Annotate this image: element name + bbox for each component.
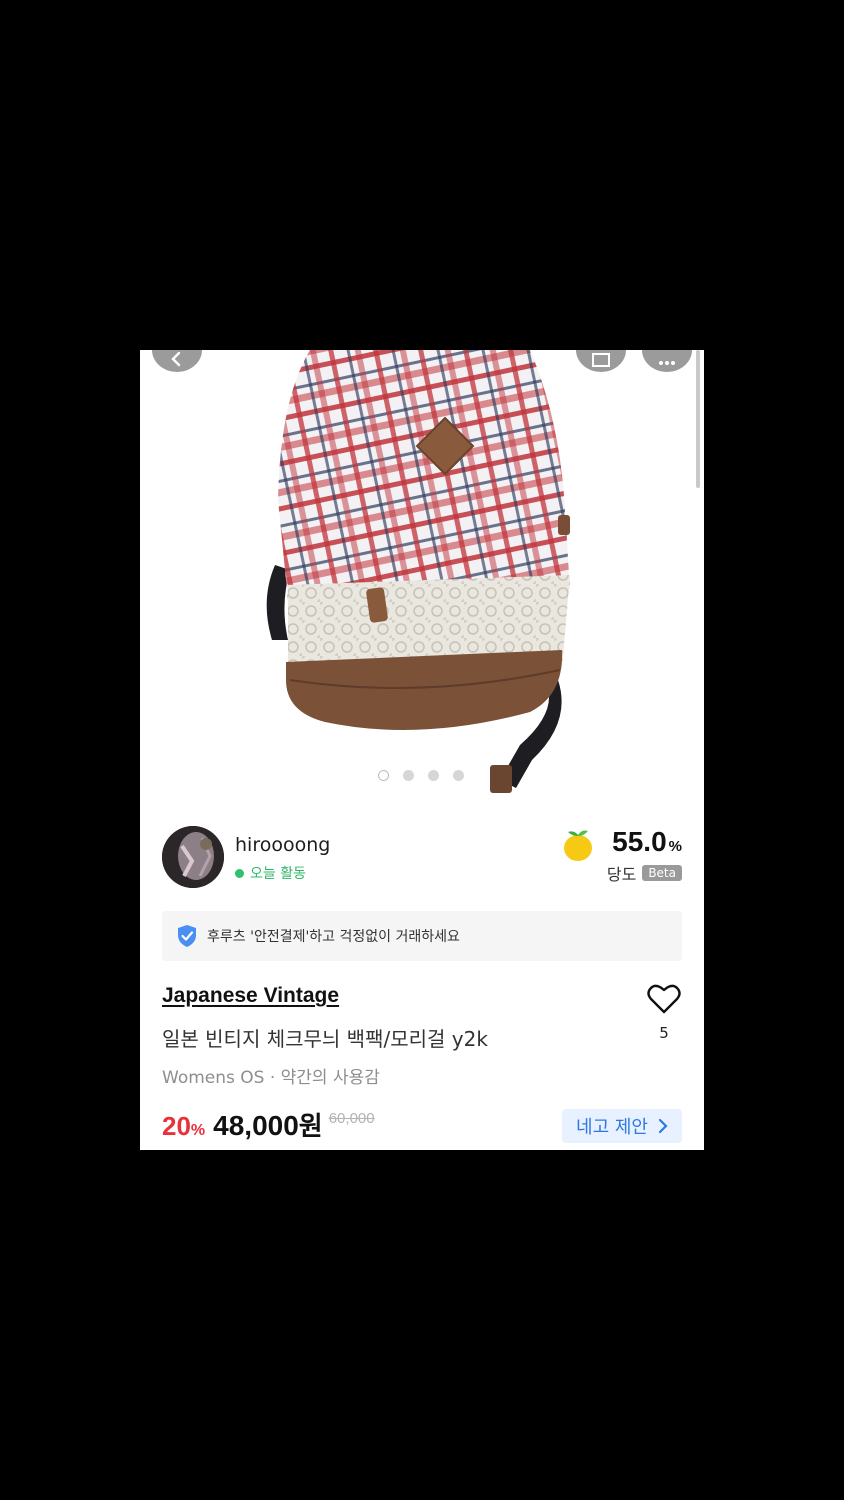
- gallery-dot[interactable]: [453, 770, 464, 781]
- current-price: 48,000: [213, 1110, 299, 1141]
- offer-label: 네고 제안: [576, 1117, 648, 1138]
- avatar[interactable]: [162, 826, 224, 888]
- product-image-gallery[interactable]: [140, 350, 704, 810]
- back-arrow-icon: [171, 351, 181, 367]
- nego-offer-button[interactable]: 네고 제안: [562, 1109, 682, 1143]
- like-count: 5: [659, 1024, 669, 1042]
- product-detail-screen: hiroooong 오늘 활동 55.0 % 당도 Beta 후루츠 '안전결제…: [140, 350, 704, 1150]
- currency-label: 원: [298, 1112, 323, 1142]
- discount-unit: %: [190, 1122, 206, 1139]
- gallery-dot[interactable]: [428, 770, 439, 781]
- original-price: 60,000: [328, 1110, 375, 1127]
- brand-link[interactable]: Japanese Vintage: [162, 984, 339, 1008]
- sweetness-unit: %: [668, 838, 682, 855]
- online-dot: [235, 868, 244, 878]
- backpack-photo: [266, 350, 570, 793]
- sweetness-label: 당도: [606, 865, 637, 884]
- safe-payment-banner[interactable]: 후루츠 '안전결제'하고 걱정없이 거래하세요: [162, 911, 682, 961]
- activity-status: 오늘 활동: [235, 863, 306, 883]
- scrollbar[interactable]: [696, 350, 700, 488]
- gallery-indicator: [378, 770, 464, 781]
- beta-badge: Beta: [642, 865, 682, 881]
- sweetness-value: 55.0: [612, 826, 667, 857]
- price-row: 20 % 48,000 원 60,000: [162, 1106, 375, 1143]
- seller-info[interactable]: hiroooong 오늘 활동 55.0 % 당도 Beta: [162, 826, 682, 890]
- share-icon: [592, 353, 610, 367]
- product-meta: Womens OS · 약간의 사용감: [162, 1068, 380, 1088]
- product-title: 일본 빈티지 체크무늬 백팩/모리걸 y2k: [162, 1027, 488, 1051]
- lemon-icon: [564, 830, 592, 861]
- heart-icon: [647, 984, 681, 1014]
- sweetness-rating[interactable]: 55.0 % 당도 Beta: [564, 826, 682, 885]
- seller-name[interactable]: hiroooong: [235, 834, 330, 856]
- discount-rate: 20: [162, 1111, 191, 1141]
- chevron-right-icon: [658, 1118, 668, 1134]
- shield-check-icon: [178, 925, 196, 947]
- gallery-dot[interactable]: [378, 770, 389, 781]
- activity-label: 오늘 활동: [250, 866, 306, 882]
- like-button[interactable]: 5: [646, 984, 682, 1042]
- safe-payment-text: 후루츠 '안전결제'하고 걱정없이 거래하세요: [207, 929, 460, 945]
- gallery-dot[interactable]: [403, 770, 414, 781]
- more-icon: [659, 361, 675, 365]
